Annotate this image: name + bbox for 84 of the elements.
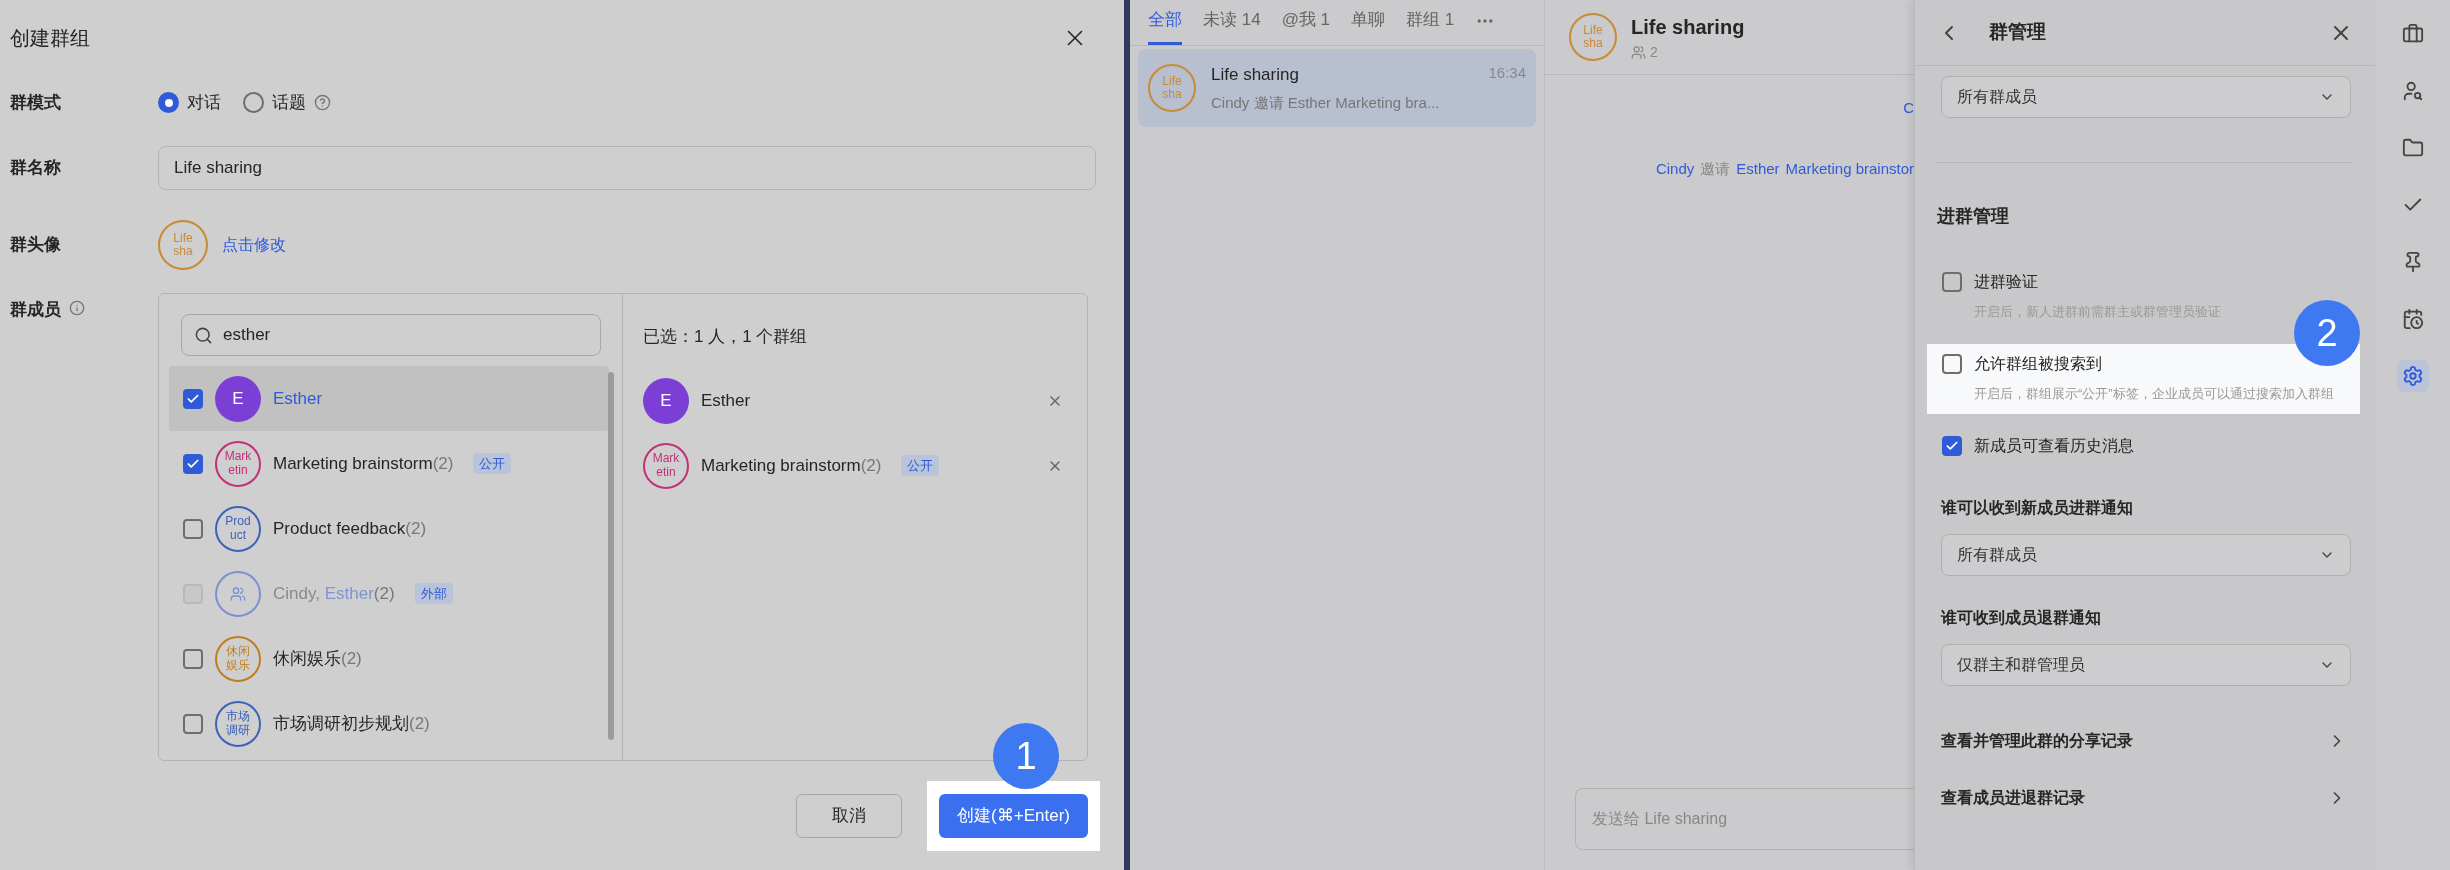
help-icon[interactable] (314, 94, 331, 111)
avatar: Life sha (1148, 64, 1196, 112)
radio-button[interactable] (243, 92, 264, 113)
checkbox[interactable] (183, 453, 203, 474)
setting-label: 谁可以收到新成员进群通知 (1941, 498, 2134, 518)
option-label: 允许群组被搜索到 (1974, 354, 2102, 374)
setting-link[interactable]: 查看并管理此群的分享记录 (1915, 712, 2373, 769)
checkbox[interactable] (1942, 354, 1962, 374)
option-description: 开启后，群组展示“公开”标签，企业成员可以通过搜索加入群组 (1974, 385, 2335, 403)
step-badge: 2 (2294, 300, 2360, 366)
field-label: 群头像 (10, 234, 62, 257)
field-label: 群模式 (10, 91, 62, 114)
radio-label: 话题 (272, 91, 306, 114)
option-label: 新成员可查看历史消息 (1974, 436, 2134, 456)
avatar: Life sha (1569, 13, 1617, 61)
chat-time: 16:34 (1488, 63, 1526, 83)
dropdown[interactable]: 所有群成员 (1941, 76, 2351, 118)
avatar: Mark etin (643, 442, 689, 489)
tag: 公开 (473, 452, 512, 475)
selection-summary: 已选：1 人，1 个群组 (642, 326, 809, 348)
avatar: E (215, 375, 261, 422)
checkbox[interactable] (183, 713, 203, 734)
selected-name: Marketing brainstorm(2) (701, 454, 882, 477)
member-name: 休闲娱乐(2) (273, 647, 362, 670)
avatar: E (643, 377, 689, 424)
filter-tab[interactable]: 未读 14 (1203, 6, 1261, 45)
member-name: Product feedback(2) (273, 517, 427, 540)
members-icon (1631, 44, 1646, 60)
field-label: 群成员 (10, 299, 61, 321)
member-row[interactable]: E Esther (169, 366, 609, 431)
checkbox[interactable] (1942, 436, 1962, 456)
chat-header-title: Life sharing (1631, 14, 1745, 40)
section-title: 进群管理 (1936, 205, 2010, 228)
checkbox[interactable] (183, 518, 203, 539)
radio-label: 对话 (187, 91, 221, 114)
search-icon (194, 325, 213, 345)
check-icon (1945, 439, 1959, 453)
setting-label: 谁可收到成员退群通知 (1941, 608, 2102, 628)
checkbox[interactable] (183, 388, 203, 409)
step-badge: 1 (993, 723, 1060, 789)
dialog-title: 创建群组 (10, 25, 90, 51)
panel-title: 群管理 (1989, 20, 2047, 45)
tag: 公开 (901, 454, 940, 477)
filter-tab[interactable]: 单聊 (1351, 6, 1386, 45)
scrollbar[interactable] (608, 372, 614, 740)
cancel-button[interactable]: 取消 (796, 794, 903, 838)
member-name: Cindy, Esther(2) (273, 582, 395, 605)
create-button[interactable]: 创建(⌘+Enter) (939, 794, 1088, 838)
member-name: 市场调研初步规划(2) (273, 712, 430, 735)
member-row[interactable]: Mark etin Marketing brainstorm(2) 公开 (169, 431, 609, 496)
group-name-field[interactable]: Life sharing (158, 145, 1096, 190)
setting-link[interactable]: 查看成员进退群记录 (1915, 769, 2373, 826)
info-icon[interactable] (69, 300, 85, 316)
edit-avatar-link[interactable]: 点击修改 (222, 233, 286, 257)
system-message: C (1903, 98, 1914, 118)
filter-tab[interactable]: @我 1 (1281, 6, 1331, 45)
chat-item[interactable]: Life sha Life sharing 16:34 Cindy 邀请 Esther Marketing bra... (1138, 49, 1536, 127)
tag: 外部 (414, 582, 453, 605)
filter-tab[interactable]: 全部 (1148, 6, 1182, 45)
checkbox[interactable] (183, 648, 203, 669)
member-name: Esther (273, 387, 323, 410)
avatar: 休闲 娱乐 (215, 635, 261, 682)
member-row[interactable]: 休闲 娱乐 休闲娱乐(2) (169, 626, 609, 691)
search-field[interactable]: esther (181, 314, 601, 356)
member-name: Marketing brainstorm(2) (273, 452, 454, 475)
avatar: Mark etin (215, 440, 261, 487)
chat-preview: Cindy 邀请 Esther Marketing bra... (1211, 92, 1441, 113)
member-row[interactable]: 市场 调研 市场调研初步规划(2) (169, 691, 609, 756)
member-count: 2 (1650, 42, 1658, 62)
selected-name: Esther (701, 389, 751, 412)
radio-button[interactable] (158, 92, 179, 113)
dropdown[interactable]: 所有群成员 (1941, 534, 2351, 576)
member-row[interactable]: Prod uct Product feedback(2) (169, 496, 609, 561)
option-label: 进群验证 (1974, 272, 2038, 292)
checkbox[interactable] (1942, 272, 1962, 292)
avatar: Prod uct (215, 505, 261, 552)
settings-icon[interactable] (2396, 360, 2429, 392)
field-label: 群名称 (10, 156, 62, 179)
dropdown[interactable]: 仅群主和群管理员 (1941, 644, 2351, 686)
system-message: Cindy 邀请 Esther Marketing brainstor (1655, 158, 1914, 179)
avatar: Life sha (158, 220, 208, 270)
filter-tab[interactable]: 群组 1 (1406, 6, 1455, 45)
chat-title: Life sharing (1211, 64, 1299, 86)
avatar: 市场 调研 (215, 700, 261, 747)
